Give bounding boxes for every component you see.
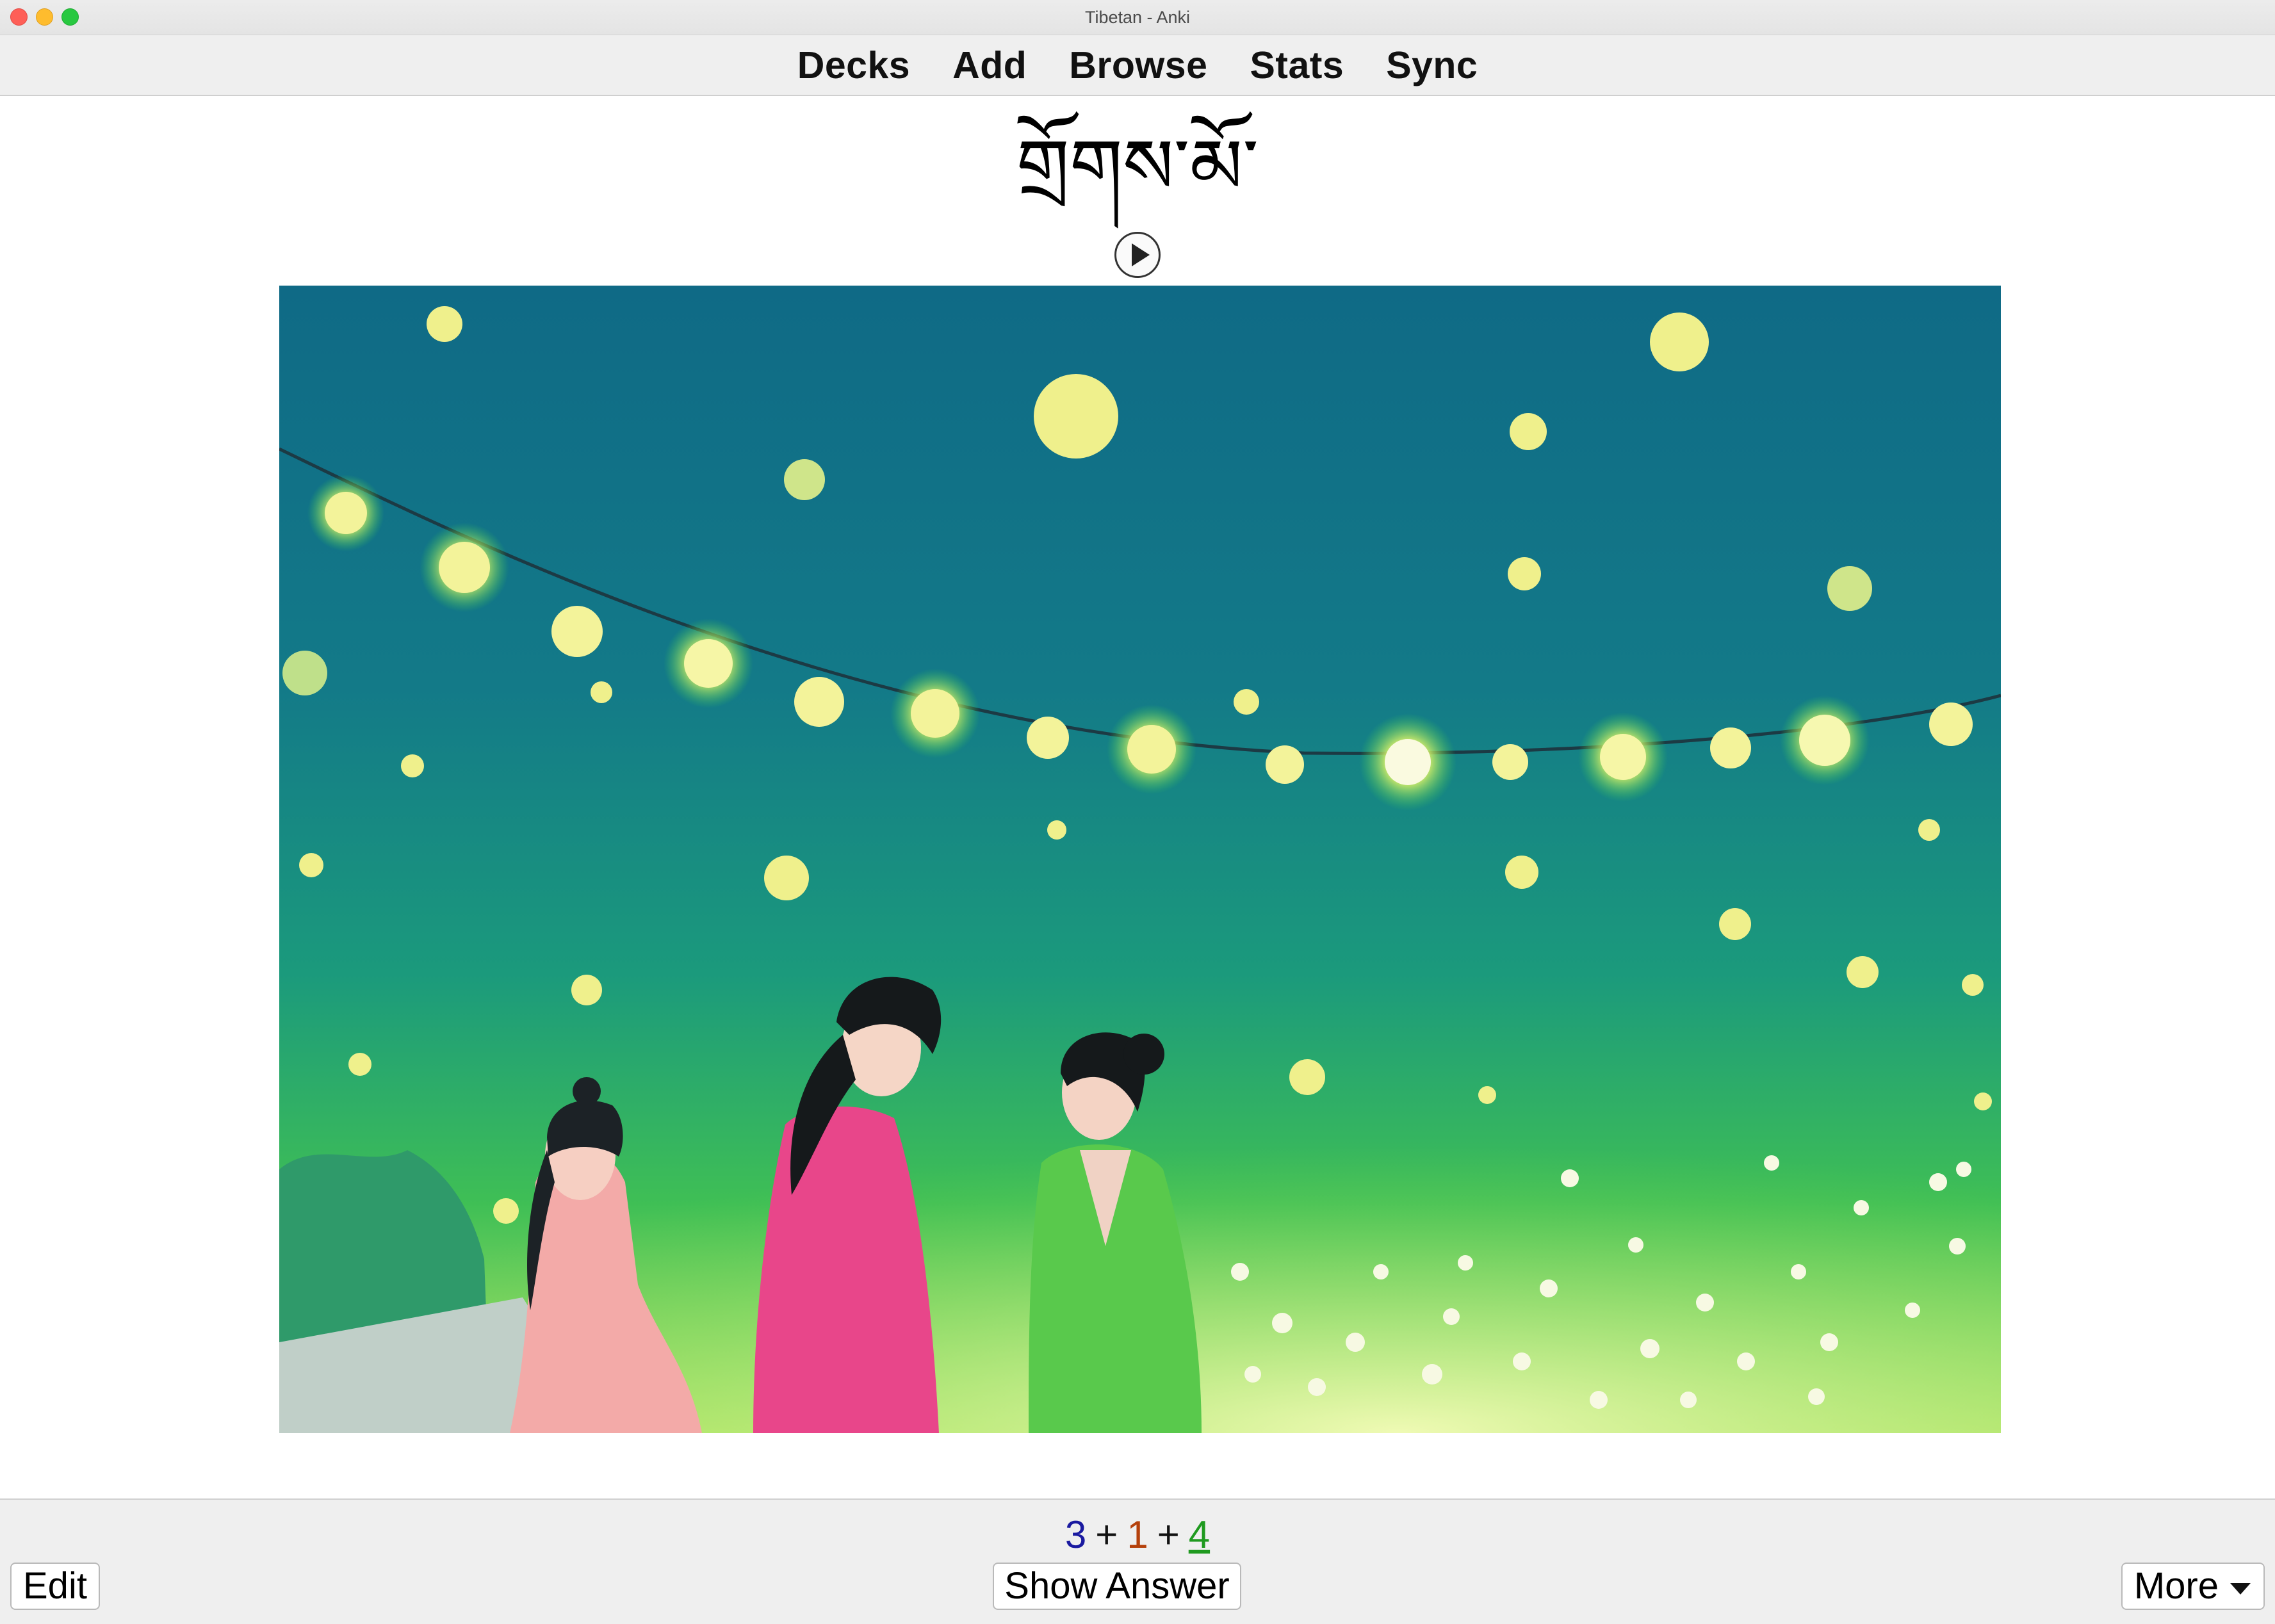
count-separator: + xyxy=(1095,1513,1118,1556)
play-icon xyxy=(1132,243,1150,266)
edit-button[interactable]: Edit xyxy=(10,1563,100,1610)
more-button[interactable]: More xyxy=(2121,1563,2265,1610)
card-content: གྲོགས་མོ་ xyxy=(0,96,2275,1498)
due-counts: 3 +1 +4 xyxy=(0,1513,2275,1557)
lanterns-illustration xyxy=(279,286,2001,1433)
window-title: Tibetan - Anki xyxy=(1084,8,1191,27)
more-label: More xyxy=(2133,1565,2219,1607)
chevron-down-icon xyxy=(2230,1583,2251,1595)
main-nav: Decks Add Browse Stats Sync xyxy=(0,35,2275,95)
window-titlebar: Tibetan - Anki xyxy=(0,0,2275,35)
nav-add[interactable]: Add xyxy=(952,44,1027,87)
count-separator: + xyxy=(1157,1513,1180,1556)
play-audio-button[interactable] xyxy=(1114,232,1161,278)
nav-browse[interactable]: Browse xyxy=(1069,44,1207,87)
card-illustration xyxy=(279,286,2001,1433)
top-toolbar: Decks Add Browse Stats Sync xyxy=(0,35,2275,96)
nav-decks[interactable]: Decks xyxy=(797,44,910,87)
nav-sync[interactable]: Sync xyxy=(1386,44,1478,87)
learning-count: 1 xyxy=(1127,1513,1148,1556)
bottom-bar: 3 +1 +4 Edit Show Answer More xyxy=(0,1498,2275,1624)
review-count: 4 xyxy=(1188,1513,1211,1556)
show-answer-button[interactable]: Show Answer xyxy=(993,1563,1241,1610)
question-text: གྲོགས་མོ་ xyxy=(1016,122,1259,211)
nav-stats[interactable]: Stats xyxy=(1250,44,1344,87)
new-count: 3 xyxy=(1064,1513,1087,1556)
